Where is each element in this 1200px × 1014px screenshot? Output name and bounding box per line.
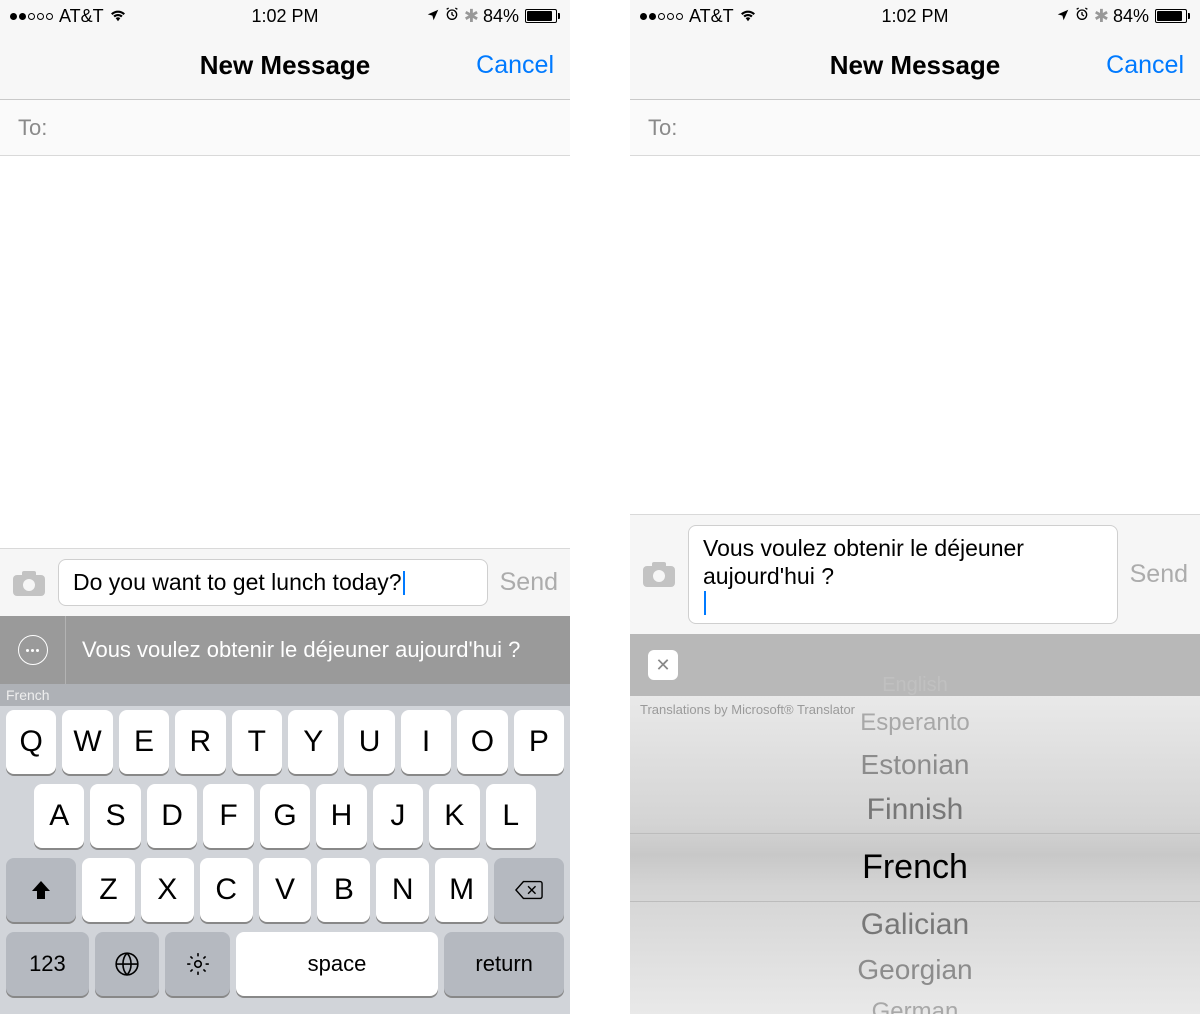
key-t[interactable]: T [232,710,282,774]
key-e[interactable]: E [119,710,169,774]
carrier-label: AT&T [59,6,104,27]
signal-dots [640,13,683,20]
key-w[interactable]: W [62,710,112,774]
screen-right: AT&T 1:02 PM ✱ 84% New Message Cancel To… [630,0,1200,1014]
key-f[interactable]: F [203,784,253,848]
key-g[interactable]: G [260,784,310,848]
message-thread [630,156,1200,514]
compose-bar: Do you want to get lunch today? Send [0,548,570,616]
key-p[interactable]: P [514,710,564,774]
keyboard-row-3: ZXCVBNM [6,858,564,922]
key-h[interactable]: H [316,784,366,848]
to-field[interactable]: To: [630,100,1200,156]
signal-dots [10,13,53,20]
screen-left: AT&T 1:02 PM ✱ 84% New Message Cancel To… [0,0,570,1014]
globe-key[interactable] [95,932,159,996]
nav-bar: New Message Cancel [630,32,1200,100]
compose-bar: Vous voulez obtenir le déjeuner aujourd'… [630,514,1200,635]
space-key[interactable]: space [236,932,439,996]
language-option[interactable]: Esperanto [630,703,1200,743]
key-x[interactable]: X [141,858,194,922]
keyboard-row-2: ASDFGHJKL [6,784,564,848]
battery-pct: 84% [1113,6,1149,27]
to-label: To: [648,115,677,141]
wifi-icon [108,6,128,27]
carrier-label: AT&T [689,6,734,27]
location-icon [426,6,440,27]
keyboard-language-label: French [0,684,570,706]
key-m[interactable]: M [435,858,488,922]
message-input[interactable]: Vous voulez obtenir le déjeuner aujourd'… [688,525,1118,625]
key-v[interactable]: V [259,858,312,922]
keyboard-row-1: QWERTYUIOP [6,710,564,774]
text-cursor [403,571,405,595]
key-u[interactable]: U [344,710,394,774]
status-time: 1:02 PM [251,6,318,27]
keyboard: French QWERTYUIOP ASDFGHJKL ZXCVBNM 123 … [0,684,570,1014]
battery-icon [1153,9,1190,23]
language-option[interactable]: Galician [630,902,1200,948]
key-a[interactable]: A [34,784,84,848]
translation-suggestion[interactable]: Vous voulez obtenir le déjeuner aujourd'… [66,616,570,684]
alarm-icon [444,6,460,27]
language-option[interactable]: Finnish [630,787,1200,833]
camera-icon[interactable] [12,569,46,597]
key-s[interactable]: S [90,784,140,848]
language-option[interactable]: English [630,668,1200,703]
language-option[interactable]: Georgian [630,948,1200,992]
bluetooth-icon: ✱ [1094,6,1109,27]
key-k[interactable]: K [429,784,479,848]
page-title: New Message [830,50,1001,81]
location-icon [1056,6,1070,27]
key-z[interactable]: Z [82,858,135,922]
key-i[interactable]: I [401,710,451,774]
translation-options-button[interactable] [0,616,66,684]
key-l[interactable]: L [486,784,536,848]
key-b[interactable]: B [317,858,370,922]
key-y[interactable]: Y [288,710,338,774]
language-option[interactable]: Estonian [630,743,1200,787]
wifi-icon [738,6,758,27]
text-cursor [704,591,706,615]
send-button[interactable]: Send [500,568,558,597]
numbers-key[interactable]: 123 [6,932,89,996]
nav-bar: New Message Cancel [0,32,570,100]
key-o[interactable]: O [457,710,507,774]
message-input[interactable]: Do you want to get lunch today? [58,559,488,606]
backspace-key[interactable] [494,858,564,922]
return-key[interactable]: return [444,932,564,996]
camera-icon[interactable] [642,560,676,588]
battery-icon [523,9,560,23]
translation-suggestion-bar: Vous voulez obtenir le déjeuner aujourd'… [0,616,570,684]
key-n[interactable]: N [376,858,429,922]
language-option[interactable]: German [630,992,1200,1014]
status-bar: AT&T 1:02 PM ✱ 84% [0,0,570,32]
battery-pct: 84% [483,6,519,27]
language-picker[interactable]: Translations by Microsoft® Translator En… [630,696,1200,1014]
send-button[interactable]: Send [1130,560,1188,589]
language-option-selected[interactable]: French [630,833,1200,902]
cancel-button[interactable]: Cancel [476,51,554,80]
status-time: 1:02 PM [881,6,948,27]
key-q[interactable]: Q [6,710,56,774]
key-j[interactable]: J [373,784,423,848]
key-d[interactable]: D [147,784,197,848]
to-label: To: [18,115,47,141]
alarm-icon [1074,6,1090,27]
message-thread [0,156,570,548]
key-r[interactable]: R [175,710,225,774]
cancel-button[interactable]: Cancel [1106,51,1184,80]
status-bar: AT&T 1:02 PM ✱ 84% [630,0,1200,32]
to-field[interactable]: To: [0,100,570,156]
language-wheel[interactable]: English Esperanto Estonian Finnish Frenc… [630,721,1200,1014]
keyboard-row-bottom: 123 space return [6,932,564,996]
message-input-text: Do you want to get lunch today? [73,568,402,597]
bluetooth-icon: ✱ [464,6,479,27]
shift-key[interactable] [6,858,76,922]
settings-key[interactable] [165,932,229,996]
ellipsis-circle-icon [18,635,48,665]
page-title: New Message [200,50,371,81]
key-c[interactable]: C [200,858,253,922]
message-input-text: Vous voulez obtenir le déjeuner aujourd'… [703,534,1103,592]
